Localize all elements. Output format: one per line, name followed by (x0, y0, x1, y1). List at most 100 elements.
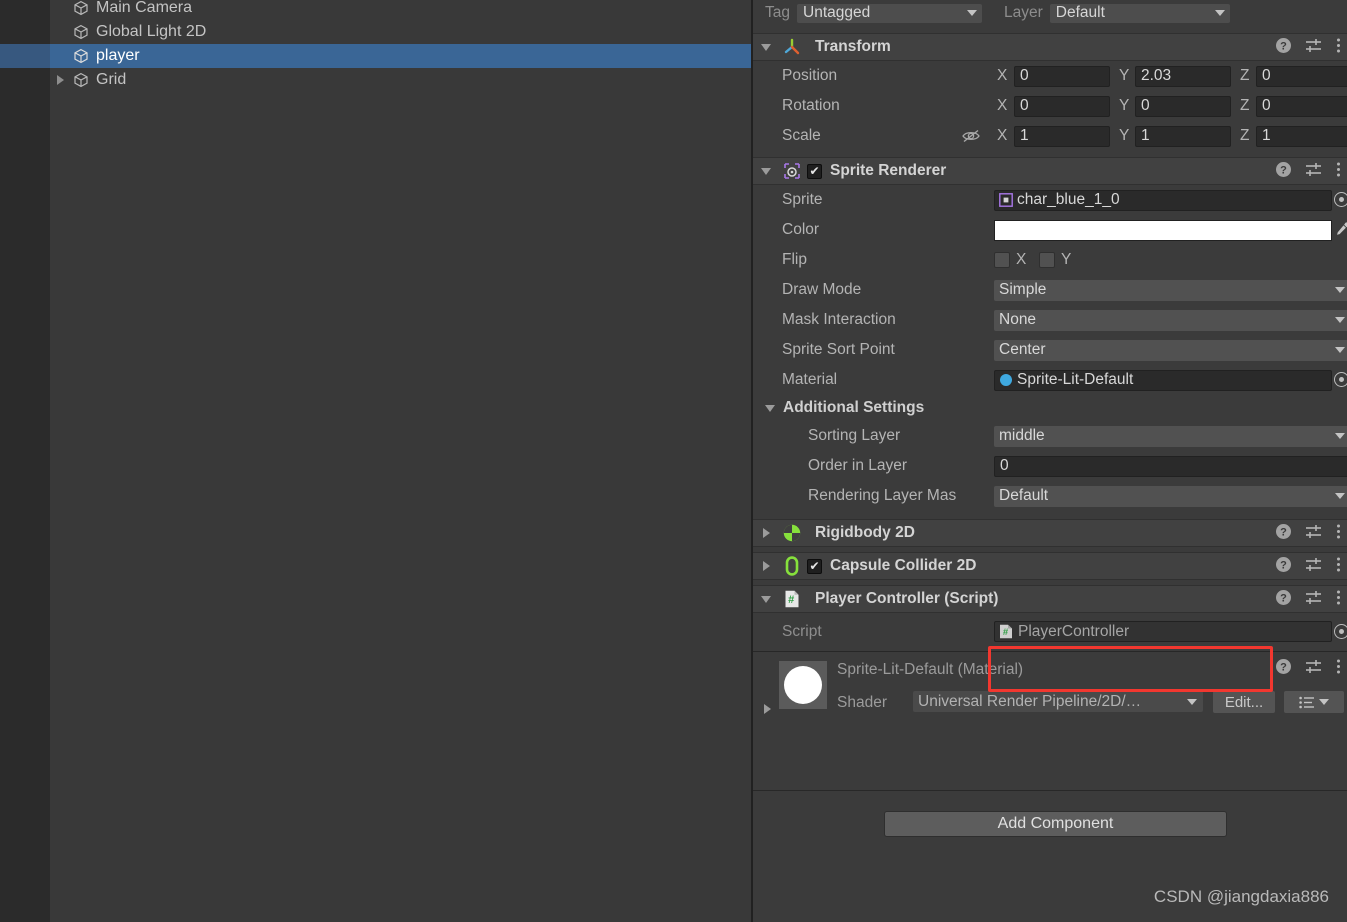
flip-label: Flip (782, 251, 807, 268)
component-title: Rigidbody 2D (815, 524, 915, 541)
component-header-transform[interactable]: Transform ? (753, 33, 1347, 61)
more-options-icon[interactable] (1336, 523, 1341, 545)
axis-z-label: Z (1240, 127, 1250, 144)
sprite-row: Sprite char_blue_1_0 (753, 185, 1347, 215)
expand-arrow-icon[interactable] (50, 75, 70, 85)
more-options-icon[interactable] (1336, 37, 1341, 59)
scale-y-input[interactable]: 1 (1135, 125, 1231, 147)
hierarchy-item-main-camera[interactable]: Main Camera (50, 0, 751, 20)
sprite-renderer-enabled-checkbox[interactable]: ✔ (807, 163, 822, 179)
more-options-icon[interactable] (1336, 556, 1341, 578)
hierarchy-item-grid[interactable]: Grid (50, 68, 751, 92)
component-header-player-controller[interactable]: # Player Controller (Script) ? (753, 585, 1347, 613)
material-thumbnail (779, 661, 827, 709)
position-x-input[interactable]: 0 (1014, 65, 1110, 87)
more-options-icon[interactable] (1336, 161, 1341, 183)
foldout-arrow-icon[interactable] (753, 595, 779, 603)
foldout-arrow-icon[interactable] (753, 43, 779, 51)
axis-z-label: Z (1240, 67, 1250, 84)
material-foldout-arrow-icon[interactable] (764, 704, 771, 714)
shader-edit-button[interactable]: Edit... (1213, 691, 1275, 713)
material-value: Sprite-Lit-Default (1017, 371, 1134, 388)
mask-interaction-dropdown[interactable]: None (994, 309, 1347, 331)
axis-z-label: Z (1240, 97, 1250, 114)
foldout-arrow-icon[interactable] (753, 561, 779, 571)
capsule-collider-enabled-checkbox[interactable]: ✔ (807, 558, 822, 574)
mask-interaction-row: Mask Interaction None (753, 305, 1347, 335)
flip-x-checkbox[interactable] (994, 252, 1010, 268)
help-icon[interactable]: ? (1275, 161, 1292, 183)
sprite-label: Sprite (782, 191, 823, 208)
help-icon[interactable]: ? (1275, 556, 1292, 578)
sprite-asset-icon (999, 193, 1013, 207)
sprite-object-field[interactable]: char_blue_1_0 (994, 189, 1332, 211)
help-icon[interactable]: ? (1275, 37, 1292, 59)
component-header-sprite-renderer[interactable]: ✔ Sprite Renderer ? (753, 157, 1347, 185)
rotation-y-input[interactable]: 0 (1135, 95, 1231, 117)
foldout-arrow-icon (765, 404, 775, 412)
eyedropper-icon[interactable] (1335, 221, 1347, 241)
svg-text:?: ? (1280, 662, 1287, 674)
hierarchy-item-player[interactable]: player (50, 44, 751, 68)
script-value: PlayerController (1018, 622, 1130, 640)
add-component-button[interactable]: Add Component (884, 811, 1227, 837)
additional-settings-foldout[interactable]: Additional Settings (753, 395, 1347, 421)
help-icon[interactable]: ? (1275, 589, 1292, 611)
mask-interaction-label: Mask Interaction (782, 311, 896, 328)
position-z-input[interactable]: 0 (1256, 65, 1347, 87)
tag-dropdown[interactable]: Untagged (797, 3, 982, 23)
preset-icon[interactable] (1305, 162, 1323, 183)
chevron-down-icon (1214, 10, 1225, 16)
preset-icon[interactable] (1305, 38, 1323, 59)
order-in-layer-input[interactable]: 0 (994, 455, 1347, 477)
preset-icon[interactable] (1305, 557, 1323, 578)
foldout-arrow-icon[interactable] (753, 167, 779, 175)
more-options-icon[interactable] (1336, 658, 1341, 680)
sorting-layer-value: middle (999, 427, 1045, 444)
shader-options-button[interactable] (1284, 691, 1344, 713)
foldout-arrow-icon[interactable] (753, 528, 779, 538)
help-icon[interactable]: ? (1275, 658, 1292, 680)
layer-dropdown[interactable]: Default (1049, 3, 1230, 23)
script-object-field[interactable]: # PlayerController (994, 621, 1332, 642)
flip-x-label: X (1016, 251, 1027, 268)
script-row: Script # PlayerController (753, 613, 1347, 651)
scale-z-input[interactable]: 1 (1256, 125, 1347, 147)
flip-y-checkbox[interactable] (1039, 252, 1055, 268)
rigidbody-2d-icon (779, 523, 805, 543)
order-in-layer-row: Order in Layer 0 (753, 451, 1347, 481)
material-tools: ? (1275, 658, 1341, 680)
script-object-picker-icon[interactable] (1331, 621, 1347, 642)
rotation-x-input[interactable]: 0 (1014, 95, 1110, 117)
component-header-capsule-collider-2d[interactable]: ✔ Capsule Collider 2D ? (753, 552, 1347, 580)
sprite-sort-point-dropdown[interactable]: Center (994, 339, 1347, 361)
more-options-icon[interactable] (1336, 589, 1341, 611)
draw-mode-dropdown[interactable]: Simple (994, 279, 1347, 301)
rotation-label: Rotation (782, 97, 840, 114)
chevron-down-icon (1319, 699, 1329, 705)
flip-y-label: Y (1061, 251, 1072, 268)
hierarchy-selection-gutter (0, 44, 50, 68)
material-label: Material (782, 371, 838, 388)
sprite-value: char_blue_1_0 (1017, 191, 1120, 208)
preset-icon[interactable] (1305, 659, 1323, 680)
sprite-object-picker-icon[interactable] (1331, 189, 1347, 210)
material-object-field[interactable]: Sprite-Lit-Default (994, 369, 1332, 391)
hierarchy-item-global-light-2d[interactable]: Global Light 2D (50, 20, 751, 44)
rendering-layer-mask-dropdown[interactable]: Default (994, 485, 1347, 507)
position-y-input[interactable]: 2.03 (1135, 65, 1231, 87)
constrain-proportions-off-icon[interactable] (961, 128, 981, 149)
material-asset-icon (999, 373, 1013, 387)
color-swatch-field[interactable] (994, 220, 1332, 241)
preset-icon[interactable] (1305, 590, 1323, 611)
svg-text:?: ? (1280, 165, 1287, 177)
component-header-rigidbody-2d[interactable]: Rigidbody 2D ? (753, 519, 1347, 547)
help-icon[interactable]: ? (1275, 523, 1292, 545)
material-object-picker-icon[interactable] (1331, 369, 1347, 390)
scale-x-input[interactable]: 1 (1014, 125, 1110, 147)
rotation-z-input[interactable]: 0 (1256, 95, 1347, 117)
sorting-layer-dropdown[interactable]: middle (994, 425, 1347, 447)
preset-icon[interactable] (1305, 524, 1323, 545)
chevron-down-icon (967, 10, 977, 16)
shader-dropdown[interactable]: Universal Render Pipeline/2D/… (913, 691, 1203, 712)
